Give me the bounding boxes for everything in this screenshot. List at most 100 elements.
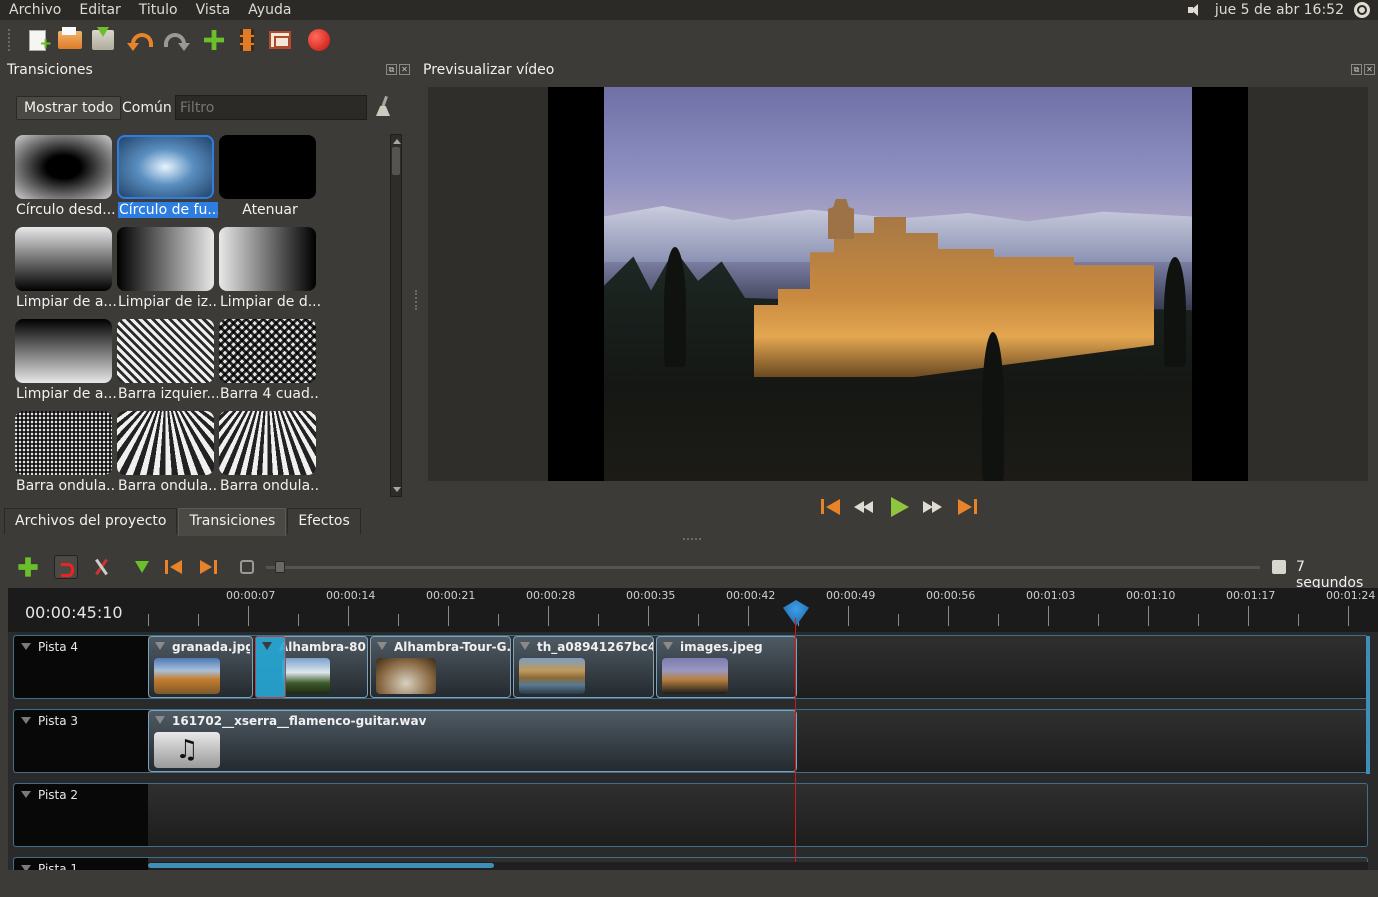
fast-forward-icon[interactable] — [920, 494, 946, 520]
transition-item[interactable]: Barra izquier... — [114, 317, 218, 409]
new-project-button[interactable] — [22, 25, 52, 55]
profile-button[interactable] — [232, 25, 262, 55]
clip[interactable]: 161702__xserra__flamenco-guitar.wav ♫ — [148, 710, 797, 772]
menu-vista[interactable]: Vista — [187, 0, 240, 20]
transition-item[interactable]: Barra ondula... — [12, 409, 116, 497]
transition-item[interactable]: Barra 4 cuad... — [216, 317, 320, 409]
menu-ayuda[interactable]: Ayuda — [239, 0, 300, 20]
add-marker-icon[interactable] — [130, 555, 154, 579]
tab-project-files[interactable]: Archivos del proyecto — [4, 508, 178, 534]
close-icon[interactable]: ✕ — [1364, 64, 1375, 75]
toolbar-grip[interactable] — [8, 29, 12, 51]
transition-item[interactable]: Atenuar — [216, 133, 318, 225]
common-filter-button[interactable]: Común — [122, 100, 172, 116]
clip-menu-icon[interactable] — [155, 716, 165, 724]
clip-menu-icon[interactable] — [663, 642, 673, 650]
timeline-ruler[interactable]: 00:00:45:10 00:00:07 00:00:14 00:00:21 00:0… — [8, 588, 1378, 632]
transitions-scrollbar[interactable] — [390, 134, 402, 497]
clip[interactable]: th_a08941267bc4... — [513, 636, 654, 698]
horizontal-splitter[interactable] — [683, 538, 701, 540]
redo-button[interactable] — [160, 25, 190, 55]
vertical-splitter[interactable] — [415, 290, 418, 310]
transition-label: Barra ondula... — [220, 478, 320, 494]
preview-cypress — [664, 247, 686, 367]
timeline-hscroll[interactable] — [148, 862, 1368, 870]
snapping-icon[interactable] — [54, 555, 78, 579]
transition-item[interactable]: Barra ondula... — [114, 409, 218, 497]
scroll-up-icon[interactable] — [393, 139, 401, 144]
fullscreen-button[interactable] — [265, 25, 295, 55]
menu-archivo[interactable]: Archivo — [0, 0, 70, 20]
transition-item[interactable]: Limpiar de a... — [12, 317, 116, 409]
video-preview[interactable] — [428, 87, 1368, 481]
clip-menu-icon[interactable] — [520, 642, 530, 650]
clear-filter-icon[interactable] — [374, 96, 392, 118]
timeline-hscroll-thumb[interactable] — [148, 863, 494, 868]
transition-on-track[interactable] — [255, 636, 286, 698]
close-icon[interactable]: ✕ — [399, 64, 410, 75]
save-project-button[interactable] — [88, 25, 118, 55]
transition-item[interactable]: Barra ondula... — [216, 409, 320, 497]
track-menu-icon[interactable] — [21, 717, 31, 724]
transition-menu-icon[interactable] — [262, 642, 272, 650]
zoom-slider[interactable] — [266, 566, 1260, 569]
zoom-slider-handle[interactable] — [275, 561, 285, 573]
previous-marker-icon[interactable] — [162, 555, 186, 579]
transition-item[interactable]: Limpiar de iz... — [114, 225, 218, 317]
volume-icon[interactable] — [1187, 3, 1205, 17]
gear-icon[interactable] — [1354, 2, 1370, 18]
tab-transitions[interactable]: Transiciones — [178, 508, 287, 536]
ruler-tick — [148, 614, 149, 626]
transition-thumbnail — [15, 135, 112, 199]
track[interactable]: Pista 2 — [13, 783, 1368, 847]
clip[interactable]: granada.jpg — [148, 636, 253, 698]
track-menu-icon[interactable] — [21, 791, 31, 798]
jump-start-icon[interactable] — [818, 494, 844, 520]
ruler-tick-label: 00:01:17 — [1226, 589, 1276, 602]
float-icon[interactable]: ⧉ — [386, 64, 397, 75]
track[interactable]: Pista 3 161702__xserra__flamenco-guitar.… — [13, 709, 1368, 773]
ruler-tick — [548, 606, 549, 626]
scroll-down-icon[interactable] — [393, 487, 401, 492]
track-header[interactable]: Pista 3 — [14, 710, 148, 772]
transition-label: Barra ondula... — [16, 478, 116, 494]
clock[interactable]: jue 5 de abr 16:52 — [1215, 2, 1344, 18]
track-menu-icon[interactable] — [21, 865, 31, 870]
clip-menu-icon[interactable] — [155, 642, 165, 650]
transition-item[interactable]: Limpiar de d... — [216, 225, 320, 317]
ruler-tick — [498, 614, 499, 626]
transition-item[interactable]: Círculo de fu... — [114, 133, 218, 225]
track-menu-icon[interactable] — [21, 643, 31, 650]
track-name: Pista 1 — [38, 862, 79, 870]
export-video-button[interactable] — [304, 25, 334, 55]
float-icon[interactable]: ⧉ — [1351, 64, 1362, 75]
scrollbar-thumb[interactable] — [392, 147, 400, 175]
track[interactable]: Pista 4 granada.jpg Alhambra-80... Alham… — [13, 635, 1368, 699]
import-files-button[interactable] — [199, 25, 229, 55]
track-header[interactable]: Pista 2 — [14, 784, 148, 846]
add-track-icon[interactable] — [18, 557, 38, 577]
tab-effects[interactable]: Efectos — [287, 508, 361, 534]
transition-item[interactable]: Limpiar de a... — [12, 225, 116, 317]
clip-menu-icon[interactable] — [377, 642, 387, 650]
timeline[interactable]: 00:00:45:10 00:00:07 00:00:14 00:00:21 00:0… — [8, 588, 1378, 870]
clip[interactable]: Alhambra-Tour-G... — [370, 636, 511, 698]
track-header[interactable]: Pista 4 — [14, 636, 148, 698]
track-header[interactable]: Pista 1 — [14, 858, 148, 870]
razor-icon[interactable] — [90, 555, 114, 579]
timeline-vscroll[interactable] — [1366, 636, 1370, 774]
show-all-button[interactable]: Mostrar todo — [16, 96, 122, 120]
next-marker-icon[interactable] — [196, 555, 220, 579]
filter-input[interactable] — [175, 95, 367, 120]
transition-item[interactable]: Círculo desd... — [12, 133, 116, 225]
jump-end-icon[interactable] — [954, 494, 980, 520]
play-icon[interactable] — [886, 494, 912, 520]
open-project-button[interactable] — [55, 25, 85, 55]
menu-editar[interactable]: Editar — [70, 0, 129, 20]
menu-titulo[interactable]: Titulo — [130, 0, 187, 20]
undo-button[interactable] — [127, 25, 157, 55]
rewind-icon[interactable] — [852, 494, 878, 520]
clip[interactable]: images.jpeg — [656, 636, 797, 698]
ruler-tick — [848, 606, 849, 626]
playhead-line[interactable] — [795, 618, 796, 870]
